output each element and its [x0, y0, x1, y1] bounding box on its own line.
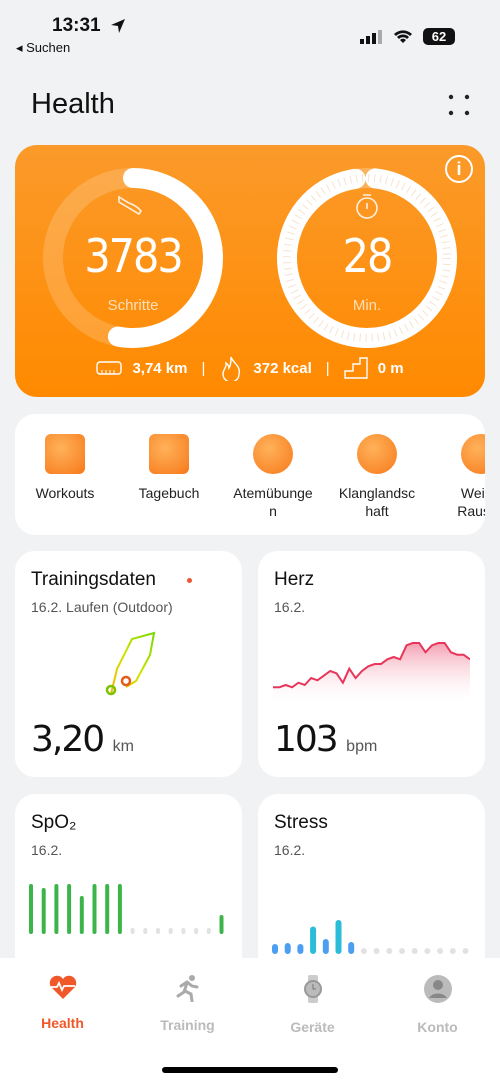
- activity-card[interactable]: i 3783 Schritte 28 Min. 3,74 km | 372 kc…: [15, 145, 485, 397]
- calories-value: 372 kcal: [253, 359, 312, 377]
- st-bar: [449, 948, 456, 954]
- info-icon[interactable]: i: [445, 155, 473, 183]
- sp-bar: [92, 884, 97, 934]
- sp-bar: [79, 896, 84, 934]
- st-bar: [284, 943, 291, 954]
- flame-icon: [222, 356, 241, 381]
- stopwatch-icon: [356, 194, 378, 219]
- sp-bar: [168, 928, 173, 934]
- st-bar: [411, 948, 418, 954]
- ruler-icon: [96, 361, 123, 375]
- sp-bar: [29, 884, 33, 934]
- sp-bar: [130, 928, 135, 934]
- minutes-value: 28: [342, 229, 394, 283]
- floors-value: 0 m: [377, 359, 404, 377]
- card-title: Stress: [274, 812, 328, 833]
- watch-icon: [303, 975, 322, 1003]
- sp-bar: [194, 928, 199, 934]
- stairs-icon: [343, 357, 368, 379]
- st-bar: [335, 920, 342, 954]
- nav-training[interactable]: Training: [125, 974, 250, 1033]
- wifi-icon: [394, 30, 412, 43]
- sp-bar: [156, 928, 160, 934]
- st-bar: [424, 948, 431, 954]
- card-title: Herz: [274, 569, 315, 590]
- heart-card[interactable]: Herz 16.2. 103 bpm: [258, 551, 485, 777]
- heart-rate-value: 103 bpm: [274, 719, 378, 760]
- st-bar: [297, 944, 304, 954]
- shortcut-2[interactable]: Atemübunge n: [225, 484, 321, 520]
- card-title: Trainingsdaten: [31, 569, 156, 590]
- separator: |: [325, 359, 330, 377]
- steps-label: Schritte: [107, 297, 159, 314]
- st-bar: [348, 942, 355, 954]
- heart-icon: [49, 975, 76, 999]
- running-icon: [176, 975, 198, 1003]
- battery-indicator: 62: [423, 28, 455, 45]
- sp-bar: [41, 888, 46, 934]
- st-bar: [360, 948, 367, 954]
- st-bar: [399, 948, 405, 954]
- spo2-chart: [29, 884, 224, 934]
- shortcuts-card: Workouts Tagebuch Atemübunge n Klanglandsc …: [15, 414, 485, 535]
- separator: |: [201, 359, 206, 377]
- nav-health[interactable]: Health: [0, 974, 125, 1031]
- st-bar: [322, 939, 329, 954]
- activity-stats: 3,74 km | 372 kcal | 0 m: [15, 355, 485, 381]
- sp-bar: [54, 884, 59, 934]
- sp-bar: [219, 915, 224, 934]
- stress-chart: [272, 920, 469, 954]
- card-subtitle: 16.2.: [31, 842, 63, 858]
- card-title: SpO₂: [31, 812, 77, 833]
- heart-chart: [273, 642, 470, 706]
- st-bar: [272, 944, 278, 954]
- st-bar: [437, 948, 444, 954]
- unread-dot: [187, 578, 192, 583]
- shortcut-3[interactable]: Klanglandsc haft: [329, 484, 425, 520]
- sp-bar: [181, 928, 186, 934]
- st-bar: [373, 948, 380, 954]
- location-arrow-icon: [111, 19, 125, 33]
- page-title: Health: [31, 88, 115, 120]
- breathing-icon[interactable]: [253, 434, 293, 474]
- shortcut-1[interactable]: Tagebuch: [121, 484, 217, 502]
- sp-bar: [143, 928, 148, 934]
- diary-icon[interactable]: [149, 434, 189, 474]
- distance-value: 3,74 km: [132, 359, 188, 377]
- sp-bar: [105, 884, 110, 934]
- sp-bar: [206, 928, 211, 934]
- heart-area: [273, 643, 470, 706]
- card-subtitle: 16.2.: [274, 842, 306, 858]
- st-bar: [462, 948, 469, 954]
- sp-bar: [67, 884, 72, 934]
- home-indicator: [162, 1067, 338, 1073]
- shortcut-4[interactable]: Weiße Rausch: [433, 484, 485, 520]
- workouts-icon[interactable]: [45, 434, 85, 474]
- status-time: 13:31: [52, 15, 101, 36]
- end-marker: [120, 675, 132, 687]
- st-bar: [310, 926, 317, 954]
- nav-devices[interactable]: Geräte: [250, 974, 375, 1035]
- signal-icon: [360, 30, 382, 44]
- shortcut-0[interactable]: Workouts: [17, 484, 113, 502]
- training-card[interactable]: Trainingsdaten 16.2. Laufen (Outdoor) 3,…: [15, 551, 242, 777]
- sp-bar: [117, 884, 122, 934]
- st-bar: [386, 948, 393, 954]
- card-subtitle: 16.2. Laufen (Outdoor): [31, 599, 173, 615]
- steps-value: 3783: [84, 229, 183, 283]
- grid-dots-icon[interactable]: [448, 94, 470, 116]
- avatar-icon: [423, 975, 452, 1003]
- distance-value: 3,20 km: [31, 719, 134, 760]
- route-map: [105, 631, 156, 696]
- card-subtitle: 16.2.: [274, 599, 306, 615]
- minutes-label: Min.: [352, 297, 382, 314]
- white-noise-icon[interactable]: [461, 434, 485, 474]
- back-to-search-link[interactable]: ◂ Suchen: [16, 40, 70, 56]
- soundscape-icon[interactable]: [357, 434, 397, 474]
- nav-account[interactable]: Konto: [375, 974, 500, 1035]
- shoe-icon: [118, 195, 142, 216]
- bottom-nav: Health Training Geräte Konto: [0, 958, 500, 1084]
